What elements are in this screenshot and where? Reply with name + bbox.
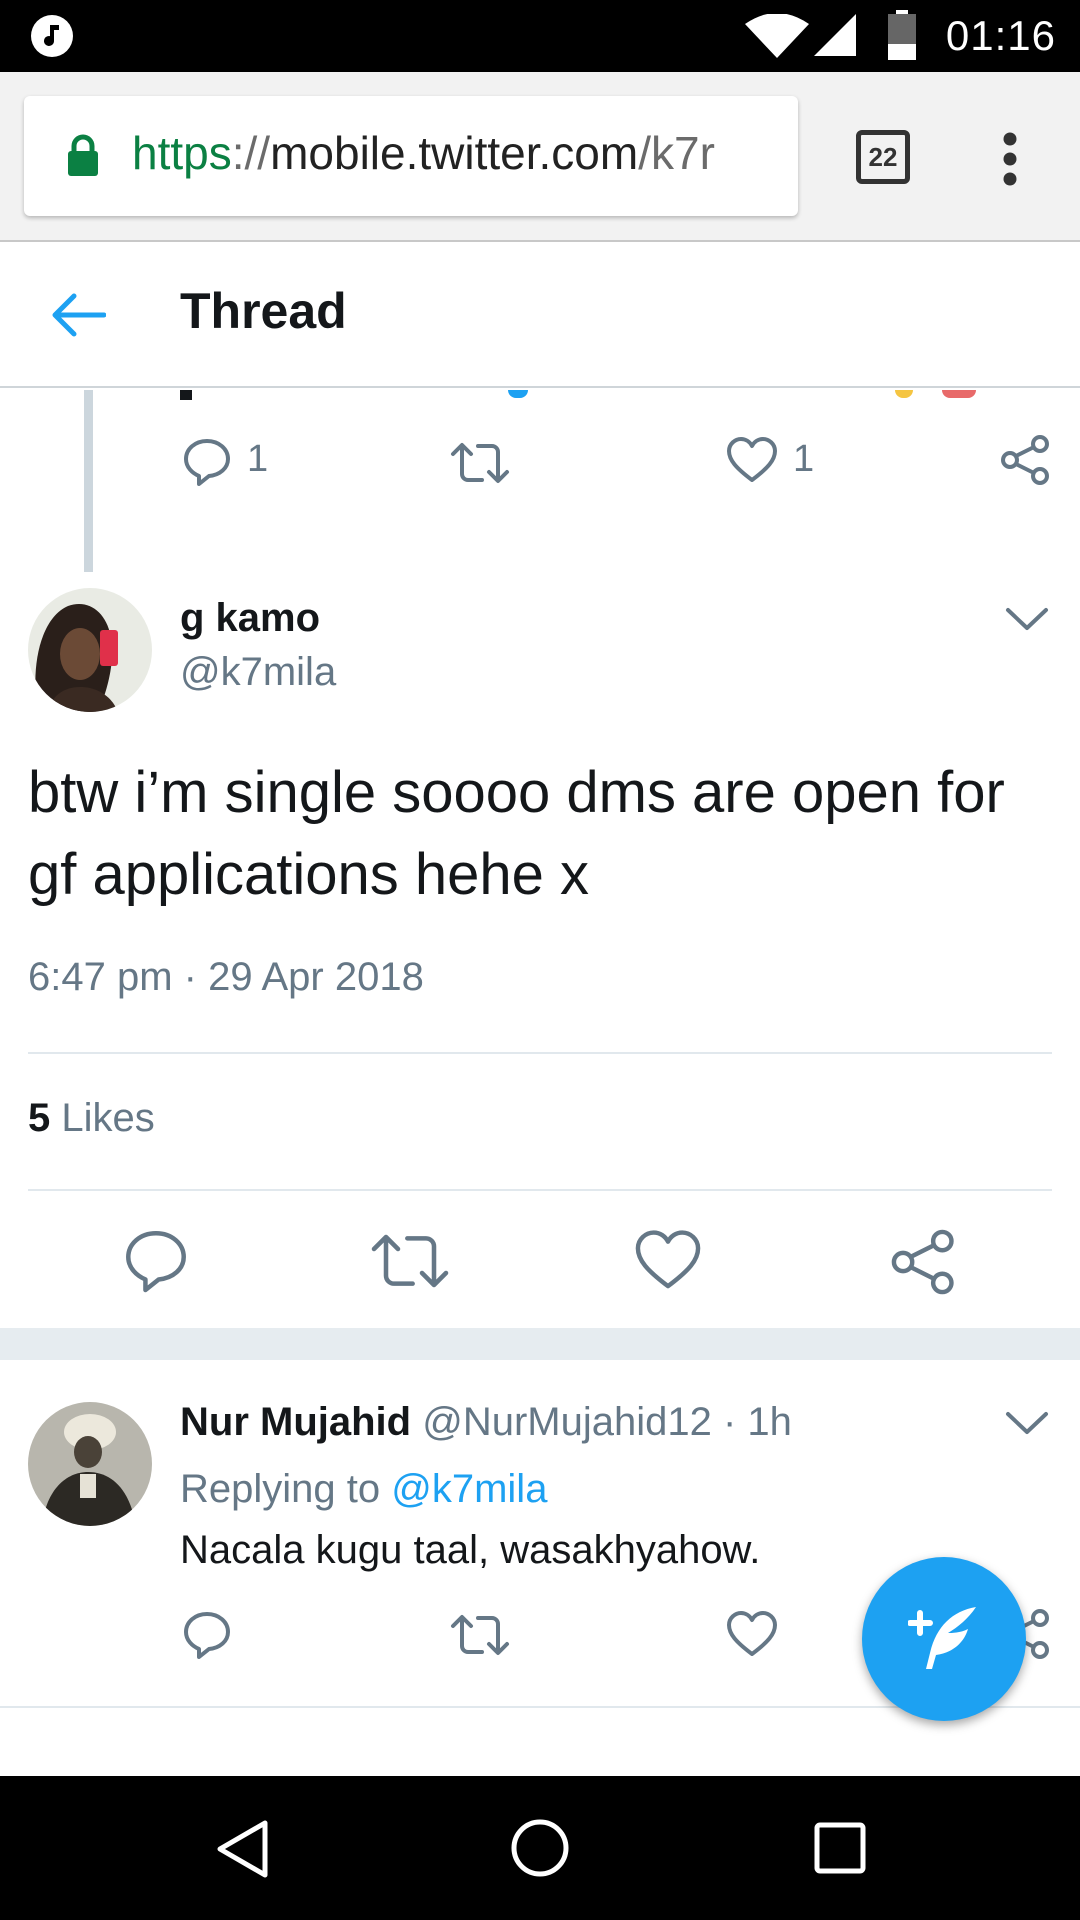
- author-handle[interactable]: @k7mila: [180, 650, 336, 695]
- share-icon[interactable]: [1000, 434, 1052, 486]
- url-text: https://mobile.twitter.com/k7r: [132, 127, 715, 179]
- menu-dots-icon[interactable]: [1002, 132, 1018, 186]
- wifi-icon: [745, 14, 809, 58]
- back-arrow-icon[interactable]: [50, 292, 106, 338]
- author-name[interactable]: g kamo: [180, 596, 320, 641]
- share-icon[interactable]: [890, 1228, 958, 1296]
- clipped-text-fragment: [180, 390, 192, 400]
- retweet-icon[interactable]: [450, 1612, 510, 1658]
- tweet-text: Nacala kugu taal, wasakhyahow.: [180, 1528, 761, 1572]
- compose-icon: [908, 1607, 976, 1669]
- divider: [28, 1189, 1052, 1191]
- music-note-icon: [31, 15, 73, 57]
- tab-switcher-button[interactable]: 22: [856, 130, 910, 184]
- compose-button[interactable]: [862, 1557, 1026, 1721]
- thread-header: Thread: [0, 242, 1080, 388]
- system-nav-bar: [0, 1776, 1080, 1920]
- tweet-timestamp[interactable]: 6:47 pm · 29 Apr 2018: [28, 955, 424, 1000]
- divider: [28, 1052, 1052, 1054]
- chevron-down-icon[interactable]: [1005, 606, 1049, 632]
- author-handle-time[interactable]: @NurMujahid12 · 1h: [422, 1400, 792, 1444]
- author-name[interactable]: Nur Mujahid: [180, 1400, 411, 1444]
- like-count: 1: [793, 438, 815, 480]
- tweet-text: btw i’m single soooo dms are open for gf…: [28, 760, 1005, 907]
- avatar[interactable]: [28, 588, 152, 712]
- status-bar: 01:16: [0, 0, 1080, 72]
- clipped-link-fragment: [508, 390, 528, 398]
- nav-home-icon[interactable]: [510, 1818, 570, 1878]
- likes-summary[interactable]: 5 Likes: [28, 1096, 155, 1141]
- avatar[interactable]: [28, 1402, 152, 1526]
- reply-icon[interactable]: [182, 437, 232, 487]
- nav-back-icon[interactable]: [214, 1818, 270, 1880]
- clipped-emoji-fragment: [895, 390, 913, 398]
- status-time: 01:16: [945, 12, 1056, 59]
- reply-count: 1: [247, 438, 269, 480]
- reply-author-line: Nur Mujahid @NurMujahid12 · 1h: [180, 1400, 792, 1445]
- browser-toolbar: https://mobile.twitter.com/k7r 22: [0, 72, 1080, 242]
- thread-connector-line: [84, 390, 93, 572]
- like-icon[interactable]: [726, 436, 778, 484]
- page-title: Thread: [180, 283, 347, 339]
- replying-to-link[interactable]: @k7mila: [391, 1467, 547, 1511]
- retweet-icon[interactable]: [370, 1230, 450, 1292]
- replying-to: Replying to @k7mila: [180, 1467, 548, 1511]
- reply-icon[interactable]: [123, 1228, 189, 1294]
- like-icon[interactable]: [634, 1228, 702, 1292]
- chevron-down-icon[interactable]: [1005, 1410, 1049, 1436]
- lock-icon: [68, 134, 98, 176]
- signal-icon: [814, 14, 856, 56]
- clipped-emoji-fragment: [942, 390, 976, 398]
- section-separator: [0, 1328, 1080, 1360]
- retweet-icon[interactable]: [450, 440, 510, 486]
- url-bar[interactable]: https://mobile.twitter.com/k7r: [24, 96, 798, 216]
- like-icon[interactable]: [726, 1610, 778, 1658]
- reply-icon[interactable]: [182, 1610, 232, 1660]
- battery-icon: [888, 10, 916, 60]
- nav-recents-icon[interactable]: [814, 1822, 866, 1874]
